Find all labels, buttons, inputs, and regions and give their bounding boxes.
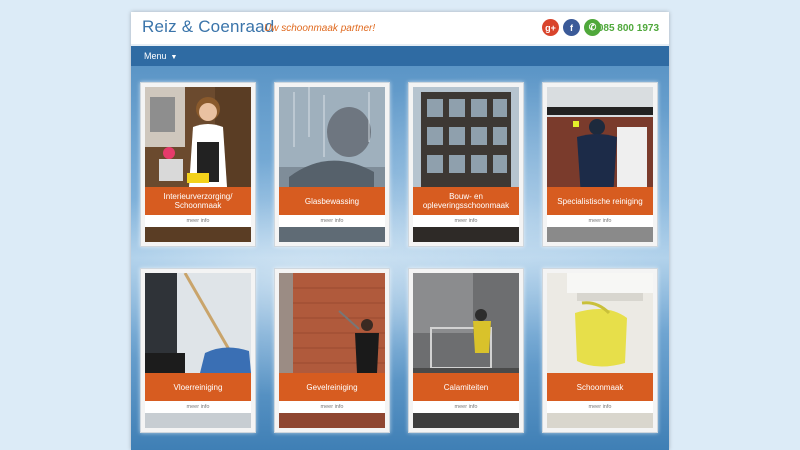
- service-title: Glasbewassing: [279, 187, 385, 215]
- meer-info-link[interactable]: meer info: [547, 401, 653, 413]
- meer-info-link[interactable]: meer info: [547, 215, 653, 227]
- menu-button[interactable]: Menu ▼: [144, 51, 177, 61]
- meer-info-link[interactable]: meer info: [145, 401, 251, 413]
- card-footer: [547, 227, 653, 242]
- card-footer: [413, 227, 519, 242]
- service-title: Gevelreiniging: [279, 373, 385, 401]
- social-links: g+ f ✆: [542, 19, 601, 36]
- card-footer: [413, 413, 519, 428]
- meer-info-link[interactable]: meer info: [145, 215, 251, 227]
- site-frame: Reiz & Coenraad Uw schoonmaak partner! g…: [131, 12, 669, 450]
- service-card-bouwschoonmaak[interactable]: Bouw- en opleveringsschoonmaak meer info: [408, 82, 524, 247]
- card-footer: [547, 413, 653, 428]
- service-card-glasbewassing[interactable]: Glasbewassing meer info: [274, 82, 390, 247]
- menu-label: Menu: [144, 51, 167, 61]
- service-title: Vloerreiniging: [145, 373, 251, 401]
- meer-info-link[interactable]: meer info: [413, 215, 519, 227]
- caret-down-icon: ▼: [170, 54, 178, 61]
- google-plus-icon[interactable]: g+: [542, 19, 559, 36]
- service-card-calamiteiten[interactable]: Calamiteiten meer info: [408, 268, 524, 433]
- service-title: Bouw- en opleveringsschoonmaak: [413, 187, 519, 215]
- service-card-gevelreiniging[interactable]: Gevelreiniging meer info: [274, 268, 390, 433]
- service-card-specialistische-reiniging[interactable]: Specialistische reiniging meer info: [542, 82, 658, 247]
- service-card-schoonmaak[interactable]: Schoonmaak meer info: [542, 268, 658, 433]
- meer-info-link[interactable]: meer info: [279, 215, 385, 227]
- service-card-vloerreiniging[interactable]: Vloerreiniging meer info: [140, 268, 256, 433]
- service-title: Calamiteiten: [413, 373, 519, 401]
- phone-number[interactable]: 085 800 1973: [598, 23, 659, 34]
- meer-info-link[interactable]: meer info: [279, 401, 385, 413]
- service-card-interieurverzorging[interactable]: Interieurverzorging/ Schoonmaak meer inf…: [140, 82, 256, 247]
- card-footer: [145, 413, 251, 428]
- service-title: Specialistische reiniging: [547, 187, 653, 215]
- card-footer: [145, 227, 251, 242]
- facebook-icon[interactable]: f: [563, 19, 580, 36]
- header: Reiz & Coenraad Uw schoonmaak partner! g…: [131, 12, 669, 46]
- service-title: Interieurverzorging/ Schoonmaak: [145, 187, 251, 215]
- meer-info-link[interactable]: meer info: [413, 401, 519, 413]
- service-title: Schoonmaak: [547, 373, 653, 401]
- card-footer: [279, 413, 385, 428]
- card-footer: [279, 227, 385, 242]
- brand-logo[interactable]: Reiz & Coenraad: [142, 17, 274, 37]
- tagline: Uw schoonmaak partner!: [264, 23, 376, 34]
- services-grid: Interieurverzorging/ Schoonmaak meer inf…: [131, 66, 669, 450]
- navbar: Menu ▼: [131, 46, 669, 66]
